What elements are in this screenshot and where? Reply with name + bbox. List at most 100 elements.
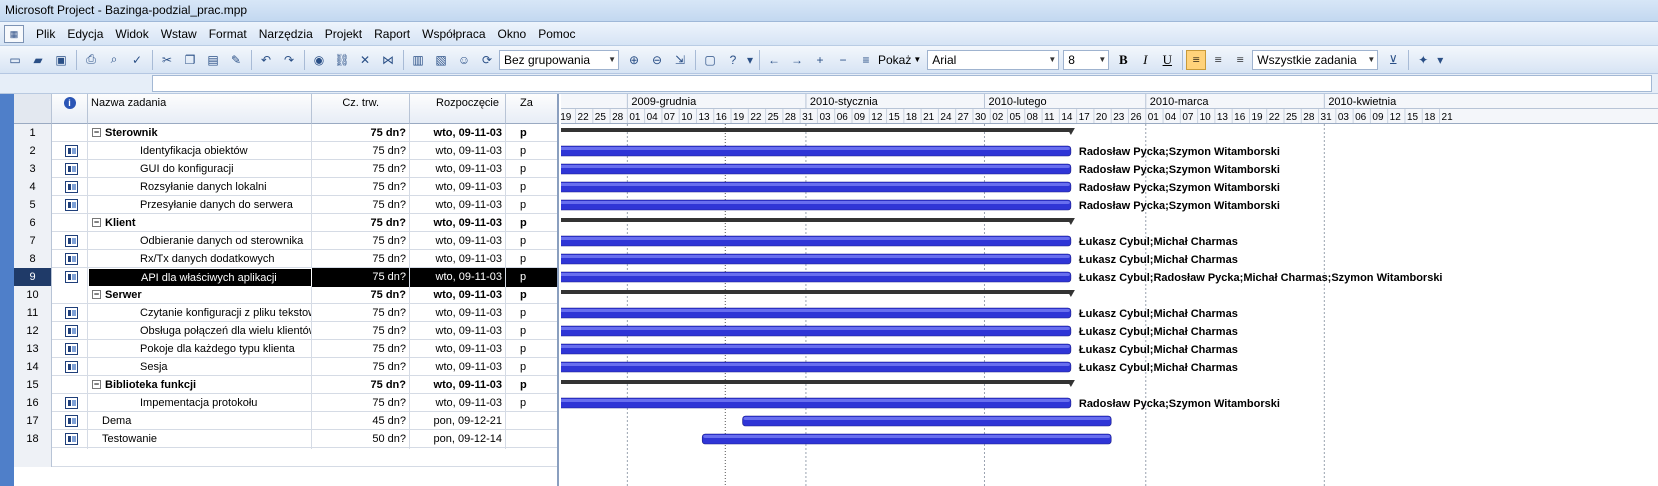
select-all-header[interactable]: [14, 94, 52, 124]
row-id[interactable]: 16: [14, 394, 52, 413]
menu-widok[interactable]: Widok: [109, 27, 154, 41]
task-notes-icon[interactable]: [65, 343, 78, 355]
row-id[interactable]: 18: [14, 430, 52, 449]
table-row[interactable]: 5 Przesyłanie danych do serwera 75 dn? wto,…: [14, 196, 557, 215]
task-notes-icon[interactable]: [65, 199, 78, 211]
row-id[interactable]: 12: [14, 322, 52, 341]
task-name-cell[interactable]: Rozsyłanie danych lokalni: [88, 178, 312, 197]
duration-cell[interactable]: 75 dn?: [312, 322, 410, 341]
zoom-in-icon[interactable]: ⊕: [623, 49, 645, 71]
task-name-cell[interactable]: Przesyłanie danych do serwera: [88, 196, 312, 215]
duration-cell[interactable]: 75 dn?: [312, 250, 410, 269]
start-cell[interactable]: wto, 09-11-03: [410, 340, 506, 359]
duration-cell[interactable]: 75 dn?: [312, 358, 410, 377]
duration-cell[interactable]: 75 dn?: [312, 124, 410, 143]
row-id[interactable]: [14, 448, 52, 467]
table-row[interactable]: 2 Identyfikacja obiektów 75 dn? wto, 09-11-…: [14, 142, 557, 161]
font-select[interactable]: Arial ▼: [927, 49, 1060, 70]
duration-cell[interactable]: 75 dn?: [312, 196, 410, 215]
task-name-cell[interactable]: GUI do konfiguracji: [88, 160, 312, 179]
finish-cell[interactable]: p: [506, 394, 557, 413]
finish-cell[interactable]: p: [506, 376, 557, 395]
start-cell[interactable]: wto, 09-11-03: [410, 124, 506, 143]
start-cell[interactable]: wto, 09-11-03: [410, 214, 506, 233]
start-cell[interactable]: wto, 09-11-03: [410, 196, 506, 215]
show-menu-button[interactable]: Pokaż: [878, 53, 911, 67]
finish-cell[interactable]: [506, 412, 557, 431]
row-id[interactable]: 4: [14, 178, 52, 197]
gantt-wizard-icon[interactable]: ✦: [1412, 49, 1434, 71]
finish-cell[interactable]: p: [506, 286, 557, 305]
row-id[interactable]: 10: [14, 286, 52, 305]
hyperlink-globe-icon[interactable]: ◉: [308, 49, 330, 71]
table-row[interactable]: 11 Czytanie konfiguracji z pliku tekstowe…: [14, 304, 557, 323]
collapse-toggle-icon[interactable]: −: [92, 128, 101, 137]
row-id[interactable]: 3: [14, 160, 52, 179]
filter-select[interactable]: Wszystkie zadania ▼: [1252, 49, 1379, 70]
help-icon[interactable]: ?: [722, 49, 744, 71]
app-document-icon[interactable]: ▦: [4, 24, 24, 43]
finish-cell[interactable]: p: [506, 124, 557, 143]
table-row[interactable]: 14 Sesja 75 dn? wto, 09-11-03 p: [14, 358, 557, 377]
table-row[interactable]: 1− Sterownik 75 dn? wto, 09-11-03 p: [14, 124, 557, 143]
start-cell[interactable]: wto, 09-11-03: [410, 250, 506, 269]
duration-cell[interactable]: 50 dn?: [312, 430, 410, 449]
autofilter-icon[interactable]: ⊻: [1382, 49, 1404, 71]
task-name-cell[interactable]: Testowanie: [88, 430, 312, 449]
table-row[interactable]: 18 Testowanie 50 dn? pon, 09-12-14: [14, 430, 557, 449]
table-row[interactable]: 17 Dema 45 dn? pon, 09-12-21: [14, 412, 557, 431]
finish-cell[interactable]: p: [506, 340, 557, 359]
table-row[interactable]: 8 Rx/Tx danych dodatkowych 75 dn? wto, 09-1…: [14, 250, 557, 269]
menu-plik[interactable]: Plik: [30, 27, 61, 41]
align-right-icon[interactable]: ≡: [1230, 50, 1250, 70]
zoom-out-icon[interactable]: ⊖: [646, 49, 668, 71]
row-id[interactable]: 6: [14, 214, 52, 233]
duration-cell[interactable]: 75 dn?: [312, 160, 410, 179]
menu-okno[interactable]: Okno: [492, 27, 533, 41]
finish-cell[interactable]: p: [506, 178, 557, 197]
start-cell[interactable]: wto, 09-11-03: [410, 178, 506, 197]
start-cell[interactable]: wto, 09-11-03: [410, 286, 506, 305]
menu-wspolpraca[interactable]: Współpraca: [416, 27, 491, 41]
menu-raport[interactable]: Raport: [368, 27, 416, 41]
start-cell[interactable]: wto, 09-11-03: [410, 358, 506, 377]
assign-resources-icon[interactable]: ☺: [453, 49, 475, 71]
finish-cell[interactable]: p: [506, 250, 557, 269]
task-name-cell[interactable]: Pokoje dla każdego typu klienta: [88, 340, 312, 359]
empty-row[interactable]: [14, 448, 557, 467]
duration-cell[interactable]: 75 dn?: [312, 268, 410, 287]
grouping-select[interactable]: Bez grupowania ▼: [499, 49, 619, 70]
menu-edycja[interactable]: Edycja: [61, 27, 109, 41]
menu-narzedzia[interactable]: Narzędzia: [253, 27, 319, 41]
row-id[interactable]: 9: [14, 268, 52, 287]
copy-picture-icon[interactable]: ▢: [699, 49, 721, 71]
duration-cell[interactable]: 75 dn?: [312, 304, 410, 323]
duration-cell[interactable]: 75 dn?: [312, 178, 410, 197]
task-notes-icon[interactable]: [65, 433, 78, 445]
table-row[interactable]: 12 Obsługa połączeń dla wielu klientów 75 …: [14, 322, 557, 341]
task-name-cell[interactable]: Rx/Tx danych dodatkowych: [88, 250, 312, 269]
finish-cell[interactable]: p: [506, 232, 557, 251]
plus-icon[interactable]: +: [809, 49, 831, 71]
save-icon[interactable]: ▣: [50, 49, 72, 71]
paste-icon[interactable]: ▤: [202, 49, 224, 71]
print-preview-icon[interactable]: ⌕: [103, 49, 125, 71]
collapse-toggle-icon[interactable]: −: [92, 218, 101, 227]
duration-cell[interactable]: 45 dn?: [312, 412, 410, 431]
collapse-toggle-icon[interactable]: −: [92, 380, 101, 389]
menu-format[interactable]: Format: [203, 27, 253, 41]
task-name-cell[interactable]: Czytanie konfiguracji z pliku tekstowe: [88, 304, 312, 323]
toolbar-options-icon[interactable]: ▾: [1435, 49, 1445, 71]
spelling-icon[interactable]: ✓: [126, 49, 148, 71]
bold-button[interactable]: B: [1113, 50, 1133, 70]
duration-cell[interactable]: 75 dn?: [312, 232, 410, 251]
duration-cell[interactable]: 75 dn?: [312, 286, 410, 305]
collapse-toggle-icon[interactable]: −: [92, 290, 101, 299]
task-name-cell[interactable]: Odbieranie danych od sterownika: [88, 232, 312, 251]
column-header-finish[interactable]: Za: [506, 94, 557, 124]
task-name-cell[interactable]: Sesja: [88, 358, 312, 377]
undo-icon[interactable]: ↶: [255, 49, 277, 71]
table-row[interactable]: 13 Pokoje dla każdego typu klienta 75 dn? w…: [14, 340, 557, 359]
redo-icon[interactable]: ↷: [278, 49, 300, 71]
task-notes-icon[interactable]: [65, 325, 78, 337]
